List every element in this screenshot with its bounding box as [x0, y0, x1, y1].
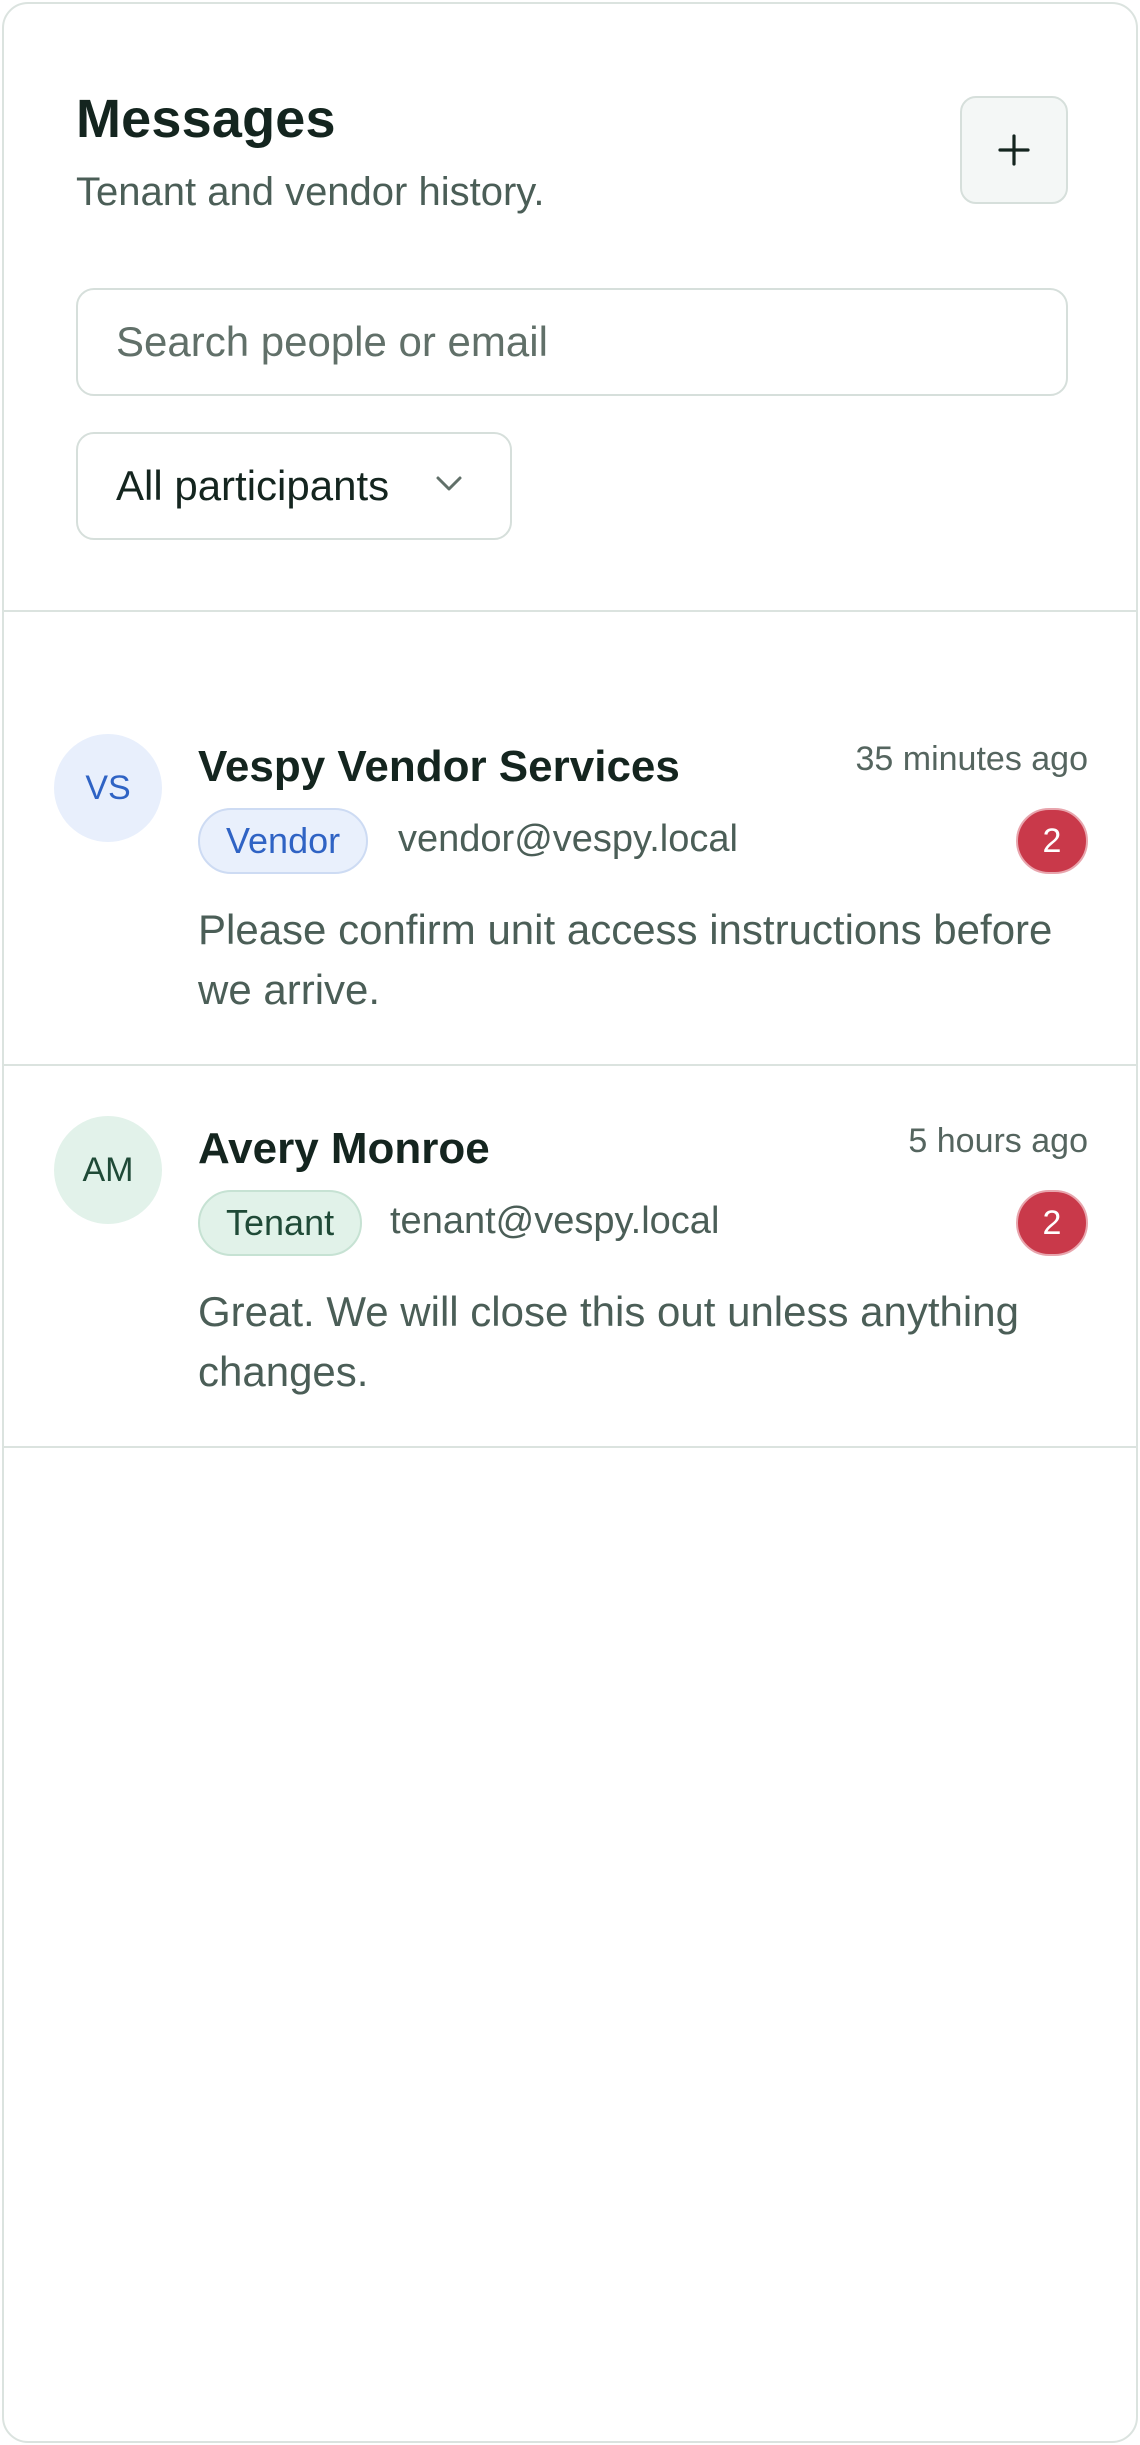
avatar: VS: [54, 734, 162, 842]
conversation-item-tenant[interactable]: AM Avery Monroe 5 hours ago Tenant tenan…: [4, 1066, 1136, 1448]
participant-email: tenant@vespy.local: [390, 1200, 720, 1242]
participant-email: vendor@vespy.local: [398, 818, 738, 860]
unread-count-badge: 2: [1016, 1190, 1088, 1256]
participant-filter-select[interactable]: All participants: [76, 432, 512, 540]
messages-header: Messages Tenant and vendor history. All …: [4, 4, 1136, 612]
last-message-time: 5 hours ago: [908, 1122, 1088, 1160]
last-message-time: 35 minutes ago: [855, 740, 1089, 778]
role-badge: Vendor: [198, 808, 369, 874]
messages-panel: Messages Tenant and vendor history. All …: [2, 2, 1138, 2443]
participant-name: Vespy Vendor Services: [198, 742, 680, 791]
new-message-button[interactable]: [960, 96, 1068, 204]
page-subtitle: Tenant and vendor history.: [76, 170, 545, 214]
plus-icon: [998, 134, 1030, 166]
conversation-item-vendor[interactable]: VS Vespy Vendor Services 35 minutes ago …: [4, 614, 1136, 1066]
search-input[interactable]: [76, 288, 1068, 396]
message-preview: Great. We will close this out unless any…: [198, 1288, 1019, 1395]
chevron-down-icon: [436, 476, 462, 491]
role-badge: Tenant: [198, 1190, 363, 1256]
avatar: AM: [54, 1116, 162, 1224]
message-preview: Please confirm unit access instructions …: [198, 906, 1053, 1013]
page-title: Messages: [76, 89, 336, 149]
participant-filter-label: All participants: [116, 462, 390, 509]
participant-name: Avery Monroe: [198, 1124, 490, 1173]
unread-count-badge: 2: [1016, 808, 1088, 874]
